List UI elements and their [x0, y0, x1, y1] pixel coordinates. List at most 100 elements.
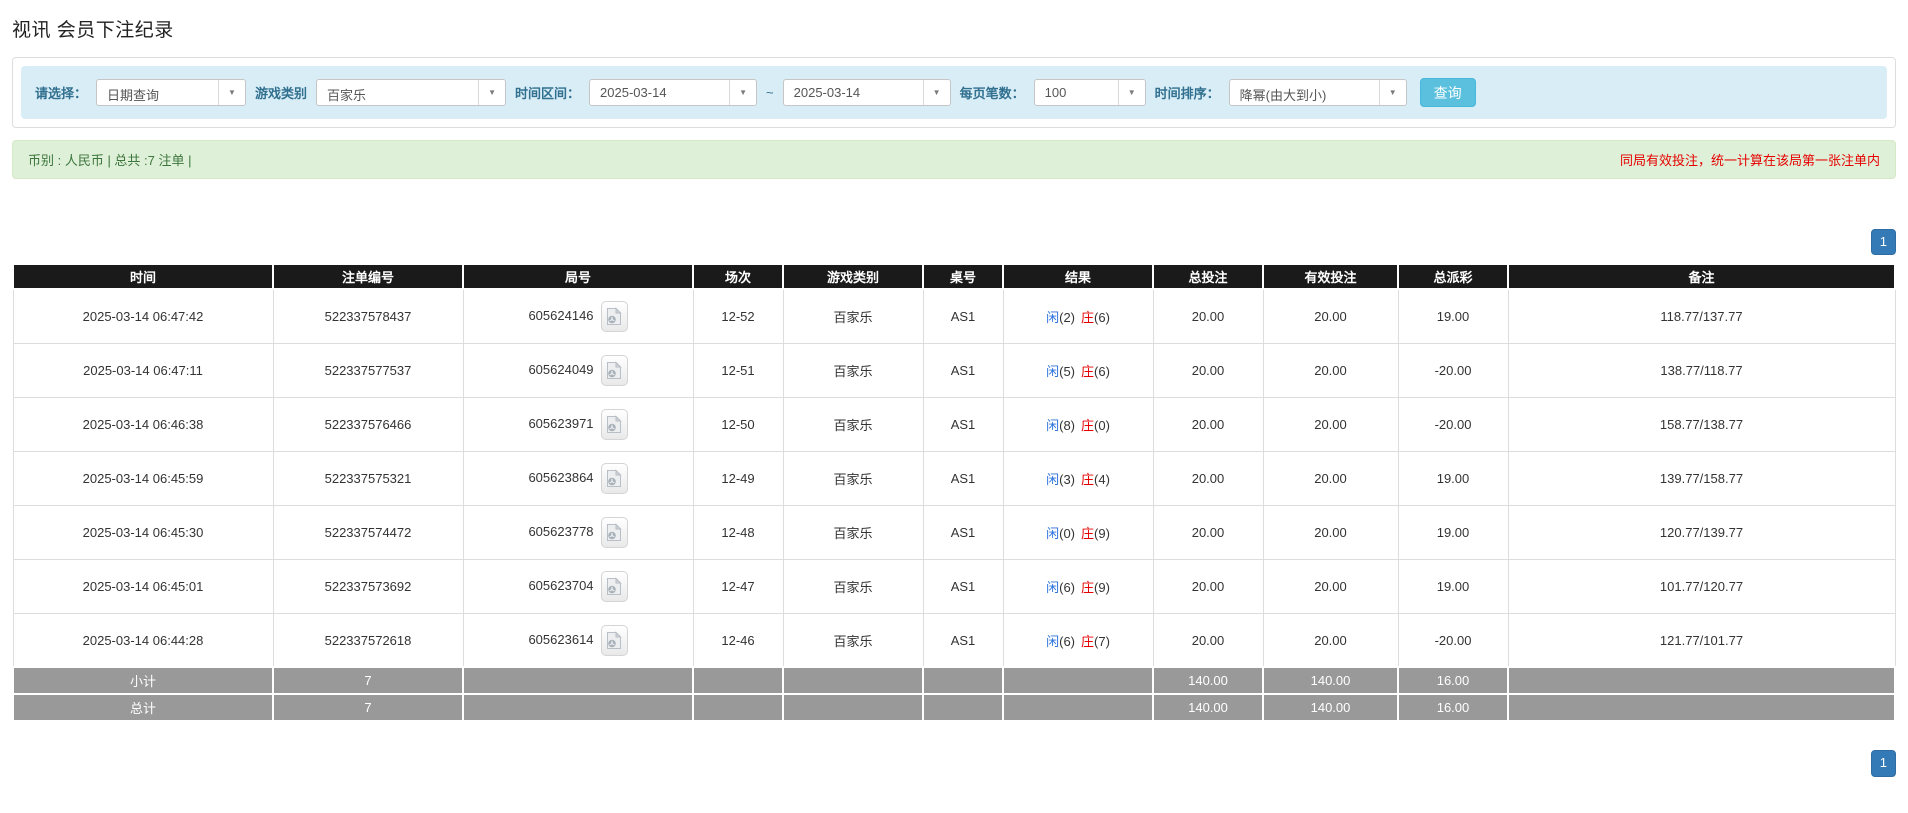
result-banker-score: (6) — [1094, 310, 1110, 325]
page-1-button[interactable]: 1 — [1871, 750, 1896, 776]
select-type-label: 请选择： — [35, 83, 87, 102]
subtotal-total-bet: 140.00 — [1153, 667, 1263, 694]
result-banker: 庄 — [1081, 580, 1094, 595]
cell-payout: 19.00 — [1398, 559, 1508, 613]
result-player: 闲 — [1046, 310, 1059, 325]
result-banker-score: (9) — [1094, 526, 1110, 541]
cell-remark: 158.77/138.77 — [1508, 397, 1895, 451]
result-player: 闲 — [1046, 472, 1059, 487]
date-to-select[interactable]: 2025-03-14 ▼ — [783, 79, 951, 106]
cell-round-id: 605623971 — [463, 397, 693, 451]
cell-bet-id: 522337576466 — [273, 397, 463, 451]
cell-remark: 138.77/118.77 — [1508, 343, 1895, 397]
result-banker: 庄 — [1081, 364, 1094, 379]
cell-valid-bet: 20.00 — [1263, 397, 1398, 451]
video-replay-button[interactable] — [601, 625, 628, 656]
video-replay-button[interactable] — [601, 301, 628, 332]
cell-round-id: 605624146 — [463, 289, 693, 343]
column-header: 桌号 — [923, 264, 1003, 289]
column-header: 备注 — [1508, 264, 1895, 289]
page-title: 视讯 会员下注纪录 — [12, 15, 1896, 42]
video-replay-button[interactable] — [601, 355, 628, 386]
table-row: 2025-03-14 06:47:11 522337577537 6056240… — [13, 343, 1895, 397]
cell-bet-id: 522337578437 — [273, 289, 463, 343]
cell-time: 2025-03-14 06:45:59 — [13, 451, 273, 505]
column-header: 时间 — [13, 264, 273, 289]
pagination-bottom: 1 — [12, 750, 1896, 776]
query-button[interactable]: 查询 — [1420, 78, 1476, 107]
cell-session: 12-51 — [693, 343, 783, 397]
table-row: 2025-03-14 06:44:28 522337572618 6056236… — [13, 613, 1895, 667]
video-replay-button[interactable] — [601, 517, 628, 548]
video-replay-button[interactable] — [601, 571, 628, 602]
grand-total-payout: 16.00 — [1398, 694, 1508, 721]
chevron-down-icon: ▼ — [923, 80, 950, 105]
cell-result: 闲(8)庄(0) — [1003, 397, 1153, 451]
round-number: 605624146 — [528, 308, 593, 323]
cell-game-type: 百家乐 — [783, 451, 923, 505]
valid-bet-notice: 同局有效投注，统一计算在该局第一张注单内 — [1620, 150, 1880, 169]
cell-total-bet: 20.00 — [1153, 343, 1263, 397]
cell-table-number: AS1 — [923, 559, 1003, 613]
page-1-button[interactable]: 1 — [1871, 229, 1896, 255]
cell-remark: 139.77/158.77 — [1508, 451, 1895, 505]
result-banker: 庄 — [1081, 634, 1094, 649]
date-from-select[interactable]: 2025-03-14 ▼ — [589, 79, 757, 106]
cell-session: 12-47 — [693, 559, 783, 613]
cell-time: 2025-03-14 06:46:38 — [13, 397, 273, 451]
subtotal-label: 小计 — [13, 667, 273, 694]
column-header: 总派彩 — [1398, 264, 1508, 289]
video-replay-button[interactable] — [601, 409, 628, 440]
game-type-select[interactable]: 百家乐 ▼ — [316, 79, 506, 106]
result-banker: 庄 — [1081, 526, 1094, 541]
result-player-score: (3) — [1059, 472, 1075, 487]
cell-round-id: 605623778 — [463, 505, 693, 559]
round-number: 605623864 — [528, 470, 593, 485]
cell-result: 闲(6)庄(7) — [1003, 613, 1153, 667]
page-size-label: 每页笔数： — [960, 83, 1025, 102]
subtotal-valid-bet: 140.00 — [1263, 667, 1398, 694]
chevron-down-icon: ▼ — [1379, 80, 1406, 105]
time-sort-select[interactable]: 降幂(由大到小) ▼ — [1229, 79, 1407, 106]
result-banker-score: (7) — [1094, 634, 1110, 649]
cell-valid-bet: 20.00 — [1263, 559, 1398, 613]
result-player: 闲 — [1046, 418, 1059, 433]
result-banker-score: (9) — [1094, 580, 1110, 595]
cell-remark: 121.77/101.77 — [1508, 613, 1895, 667]
cell-bet-id: 522337572618 — [273, 613, 463, 667]
cell-game-type: 百家乐 — [783, 397, 923, 451]
cell-game-type: 百家乐 — [783, 343, 923, 397]
round-number: 605623971 — [528, 416, 593, 431]
cell-valid-bet: 20.00 — [1263, 505, 1398, 559]
result-banker: 庄 — [1081, 310, 1094, 325]
result-player-score: (2) — [1059, 310, 1075, 325]
cell-time: 2025-03-14 06:45:01 — [13, 559, 273, 613]
query-type-select[interactable]: 日期查询 ▼ — [96, 79, 246, 106]
filter-panel: 请选择： 日期查询 ▼ 游戏类别 百家乐 ▼ 时间区间： 2025-03-14 … — [12, 57, 1896, 128]
cell-table-number: AS1 — [923, 397, 1003, 451]
bet-records-table: 时间注单编号局号场次游戏类别桌号结果总投注有效投注总派彩备注 2025-03-1… — [12, 263, 1896, 722]
column-header: 总投注 — [1153, 264, 1263, 289]
date-range-separator: ~ — [766, 85, 774, 100]
result-player: 闲 — [1046, 634, 1059, 649]
page-size-select[interactable]: 100 ▼ — [1034, 79, 1146, 106]
column-header: 游戏类别 — [783, 264, 923, 289]
result-player: 闲 — [1046, 364, 1059, 379]
subtotal-row: 小计 7 140.00 140.00 16.00 — [13, 667, 1895, 694]
table-row: 2025-03-14 06:45:30 522337574472 6056237… — [13, 505, 1895, 559]
round-number: 605623614 — [528, 632, 593, 647]
table-row: 2025-03-14 06:46:38 522337576466 6056239… — [13, 397, 1895, 451]
summary-bar: 币别 : 人民币 | 总共 :7 注单 | 同局有效投注，统一计算在该局第一张注… — [12, 140, 1896, 179]
cell-total-bet: 20.00 — [1153, 559, 1263, 613]
table-row: 2025-03-14 06:47:42 522337578437 6056241… — [13, 289, 1895, 343]
cell-valid-bet: 20.00 — [1263, 289, 1398, 343]
video-replay-button[interactable] — [601, 463, 628, 494]
subtotal-count: 7 — [273, 667, 463, 694]
time-sort-label: 时间排序： — [1155, 83, 1220, 102]
cell-time: 2025-03-14 06:47:11 — [13, 343, 273, 397]
grand-total-valid-bet: 140.00 — [1263, 694, 1398, 721]
chevron-down-icon: ▼ — [1118, 80, 1145, 105]
query-type-value: 日期查询 — [97, 80, 169, 105]
chevron-down-icon: ▼ — [478, 80, 505, 105]
cell-time: 2025-03-14 06:47:42 — [13, 289, 273, 343]
